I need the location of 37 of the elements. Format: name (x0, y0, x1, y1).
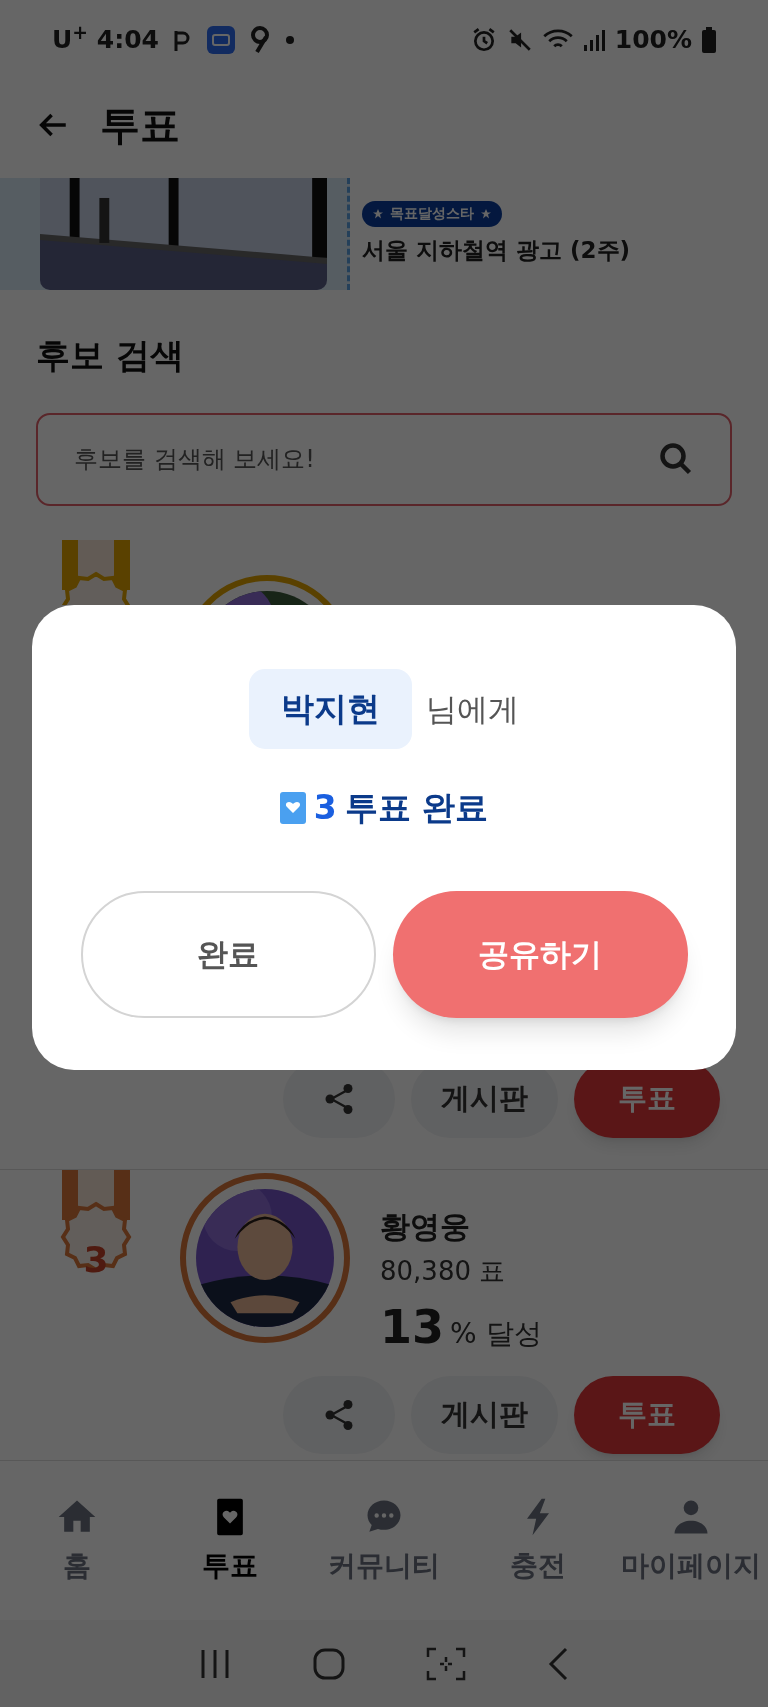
recipient-name: 박지현 (249, 669, 412, 749)
completion-message: 투표 완료 (344, 787, 489, 829)
achievement-percent: 13 (380, 1299, 444, 1356)
app-icon (248, 25, 271, 54)
page-title: 투표 (100, 100, 180, 150)
recipient-suffix: 님에게 (426, 689, 519, 729)
search-field[interactable]: 후보를 검색해 보세요! (74, 441, 658, 478)
star-icon (480, 207, 492, 220)
section-heading: 후보 검색 (35, 333, 185, 377)
screen-capture-icon[interactable] (426, 1646, 466, 1681)
back-icon[interactable] (546, 1645, 570, 1682)
achievement-label: % 달성 (450, 1316, 542, 1353)
nav-tab[interactable]: 홈 (0, 1494, 154, 1587)
banner-title: 서울 지하철역 광고 (2주) (362, 235, 631, 265)
signal-icon (582, 27, 605, 52)
share-button[interactable]: 공유하기 (392, 890, 688, 1018)
done-button[interactable]: 완료 (80, 890, 376, 1018)
battery-icon (702, 26, 716, 53)
vote-button[interactable]: 투표 (574, 1376, 720, 1455)
app-icon (206, 25, 235, 54)
vote-count: 3 (313, 787, 337, 829)
goal-badge: 목표달성스타 (362, 200, 502, 227)
nav-tab[interactable]: 마이페이지 (614, 1494, 768, 1587)
nav-tab[interactable]: 투표 (153, 1494, 308, 1587)
search-bar[interactable]: 후보를 검색해 보세요! (36, 412, 732, 506)
board-button[interactable]: 게시판 (411, 1376, 558, 1455)
nav-tab[interactable]: 커뮤니티 (307, 1494, 461, 1587)
banner-image-panel[interactable] (0, 177, 350, 290)
carrier-time: U$^{+}$ 4:04 (52, 21, 159, 57)
candidate-name: 황영웅 (380, 1208, 471, 1247)
home-button-icon[interactable] (312, 1646, 346, 1681)
dot-icon (284, 34, 295, 45)
vote-count: 80,380 표 (380, 1255, 507, 1289)
heart-ticket-icon (279, 791, 306, 824)
star-icon (372, 207, 384, 220)
nav-tab[interactable]: 충전 (460, 1494, 615, 1587)
battery-percent: 100% (614, 24, 692, 57)
